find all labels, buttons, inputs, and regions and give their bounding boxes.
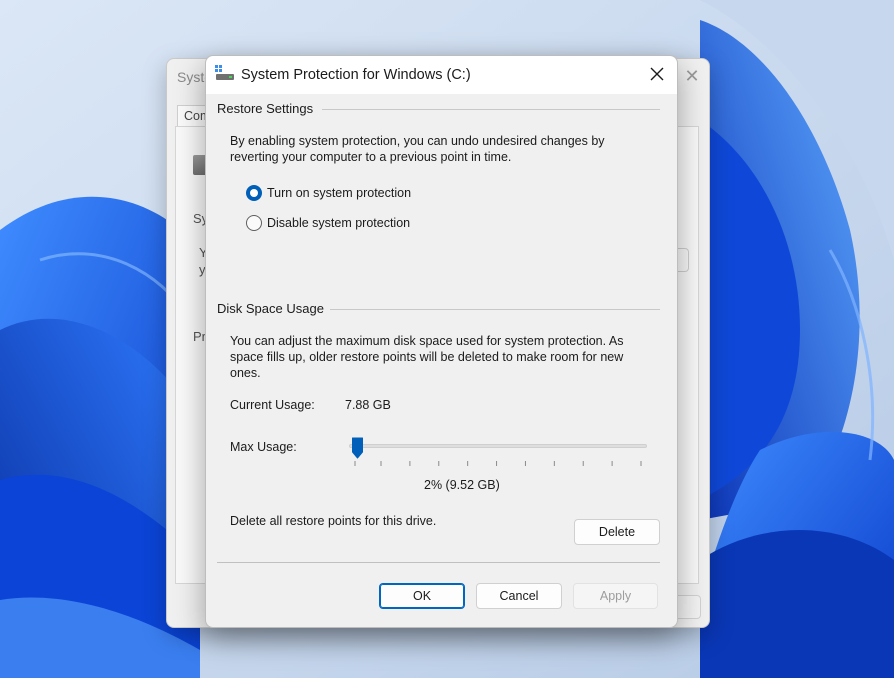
disk-space-description: space fills up, older restore points wil… xyxy=(230,350,624,364)
restore-settings-description: reverting your computer to a previous po… xyxy=(230,150,512,164)
radio-unselected-icon xyxy=(246,215,262,231)
max-usage-value: 2% (9.52 GB) xyxy=(424,478,500,492)
restore-settings-description: By enabling system protection, you can u… xyxy=(230,134,605,148)
close-icon[interactable]: ✕ xyxy=(681,65,703,87)
max-usage-slider[interactable] xyxy=(346,434,652,470)
close-icon xyxy=(650,67,664,81)
current-usage-label: Current Usage: xyxy=(230,398,315,412)
dialog-title: System Protection for Windows (C:) xyxy=(241,67,471,83)
restore-settings-label: Restore Settings xyxy=(217,101,320,116)
radio-label: Disable system protection xyxy=(267,216,411,230)
cancel-button[interactable]: Cancel xyxy=(476,583,562,609)
apply-button[interactable]: Apply xyxy=(573,583,658,609)
delete-button[interactable]: Delete xyxy=(574,519,660,545)
close-button[interactable] xyxy=(643,62,671,86)
slider-ticks xyxy=(354,461,642,466)
current-usage-value: 7.88 GB xyxy=(345,398,391,412)
group-divider xyxy=(324,309,660,310)
title-bar: System Protection for Windows (C:) xyxy=(206,56,677,94)
disable-protection-radio[interactable]: Disable system protection xyxy=(246,213,410,233)
slider-track xyxy=(349,444,647,448)
slider-thumb[interactable] xyxy=(351,437,364,459)
background-button[interactable] xyxy=(675,595,701,619)
turn-on-protection-radio[interactable]: Turn on system protection xyxy=(246,183,411,203)
radio-selected-icon xyxy=(246,185,262,201)
footer-divider xyxy=(217,562,660,563)
disk-space-description: You can adjust the maximum disk space us… xyxy=(230,334,624,348)
max-usage-label: Max Usage: xyxy=(230,440,297,454)
group-divider xyxy=(322,109,660,110)
disk-space-description: ones. xyxy=(230,366,261,380)
disk-space-usage-label: Disk Space Usage xyxy=(217,301,330,316)
ok-button[interactable]: OK xyxy=(379,583,465,609)
radio-label: Turn on system protection xyxy=(267,186,412,200)
system-protection-dialog: System Protection for Windows (C:) Resto… xyxy=(205,55,678,628)
delete-restore-points-text: Delete all restore points for this drive… xyxy=(230,514,437,528)
system-protection-drive-icon xyxy=(215,65,234,80)
